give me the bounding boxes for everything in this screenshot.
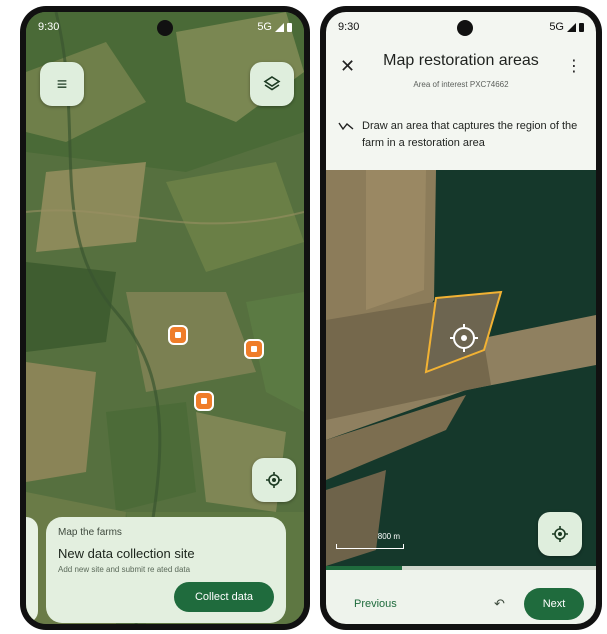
- scale-label: 800 m: [377, 532, 400, 541]
- previous-button[interactable]: Previous: [354, 598, 397, 610]
- front-camera: [457, 20, 473, 36]
- site-pin[interactable]: [168, 325, 188, 345]
- network-label: 5G: [549, 21, 564, 33]
- area-of-interest: Area of interest PXC74662: [413, 80, 509, 89]
- card-subtitle: Add new site and submit re ated data: [58, 565, 191, 574]
- scale-bar: [336, 544, 404, 549]
- menu-icon: ≡: [56, 73, 68, 94]
- layers-button[interactable]: [250, 62, 294, 106]
- right-phone: 9:30 5G ✕ Map restoration areas Area of …: [320, 6, 602, 630]
- front-camera: [157, 20, 173, 36]
- my-location-button[interactable]: [252, 458, 296, 502]
- status-time: 9:30: [338, 21, 360, 33]
- header-panel: 9:30 5G ✕ Map restoration areas Area of …: [326, 12, 596, 170]
- previous-card-peek[interactable]: [26, 517, 38, 623]
- bottom-action-bar: Previous ↶ Next: [326, 570, 596, 624]
- map-scale: 800 m: [336, 532, 404, 549]
- instruction-text: Draw an area that captures the region of…: [362, 120, 578, 149]
- layers-icon: [263, 76, 281, 91]
- location-icon: [552, 526, 568, 542]
- status-icons: 5G: [549, 21, 584, 33]
- status-time: 9:30: [38, 21, 60, 33]
- right-screen: 9:30 5G ✕ Map restoration areas Area of …: [326, 12, 596, 624]
- more-vert-icon[interactable]: ⋮: [566, 56, 582, 76]
- site-card[interactable]: Map the farms New data collection site A…: [46, 517, 286, 623]
- signal-icon: [567, 22, 576, 32]
- draw-polyline-icon: [338, 122, 354, 131]
- network-label: 5G: [257, 21, 272, 33]
- battery-icon: [287, 22, 292, 32]
- my-location-button[interactable]: [538, 512, 582, 556]
- menu-button[interactable]: ≡: [40, 62, 84, 106]
- status-icons: 5G: [257, 21, 292, 33]
- signal-icon: [275, 22, 284, 32]
- left-screen: 9:30 5G ≡ Map the farms New data collect…: [26, 12, 304, 624]
- next-button[interactable]: Next: [524, 588, 584, 620]
- site-pin[interactable]: [244, 339, 264, 359]
- left-phone: 9:30 5G ≡ Map the farms New data collect…: [20, 6, 310, 630]
- battery-icon: [579, 22, 584, 32]
- card-kicker: Map the farms: [58, 527, 122, 538]
- instruction: Draw an area that captures the region of…: [338, 118, 586, 152]
- site-pin[interactable]: [194, 391, 214, 411]
- card-title: New data collection site: [58, 546, 195, 561]
- undo-icon[interactable]: ↶: [494, 596, 505, 612]
- collect-data-button[interactable]: Collect data: [174, 582, 274, 612]
- restoration-map[interactable]: [326, 170, 596, 566]
- location-icon: [266, 472, 282, 488]
- page-title: Map restoration areas: [383, 52, 539, 69]
